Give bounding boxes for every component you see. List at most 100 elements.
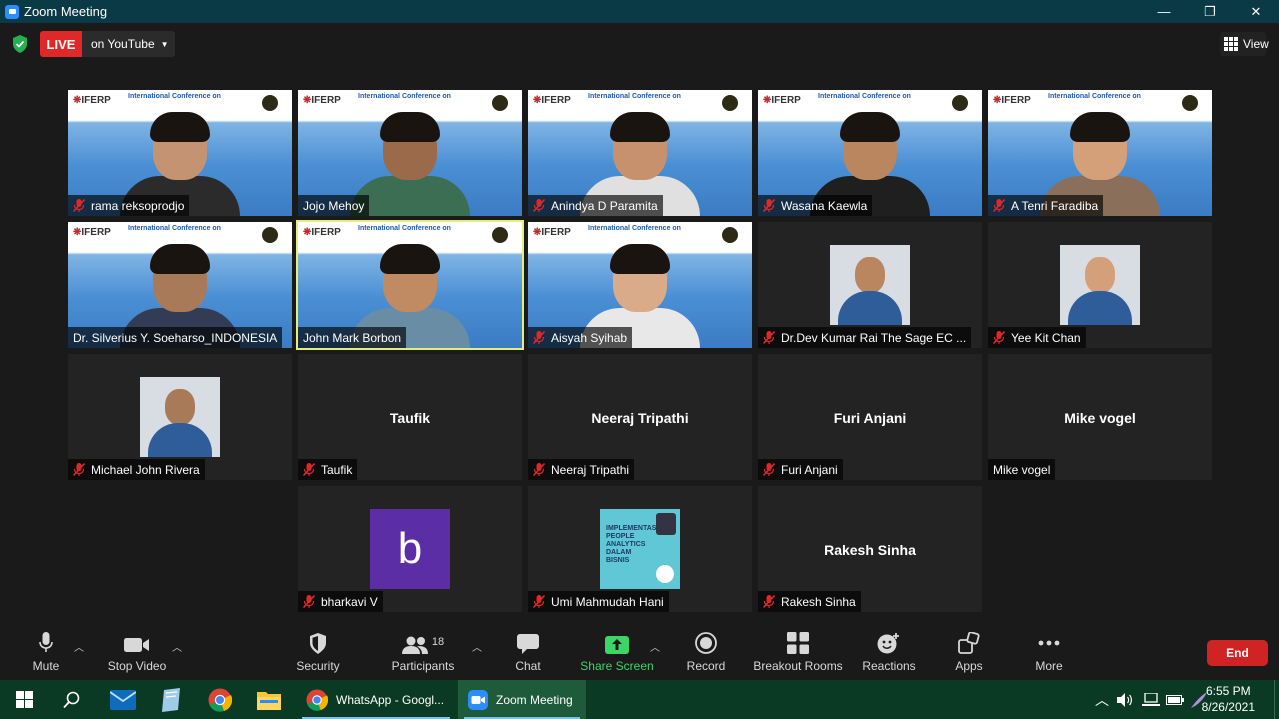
participant-tile[interactable]: Taufik Taufik	[298, 354, 522, 480]
participant-name: John Mark Borbon	[303, 330, 402, 345]
participant-name: Mike vogel	[993, 462, 1051, 477]
university-emblem-icon	[722, 227, 738, 243]
minimize-button[interactable]: —	[1141, 0, 1187, 23]
taskbar-zoom-window[interactable]: Zoom Meeting	[458, 680, 586, 719]
taskbar-file-explorer[interactable]	[245, 680, 293, 719]
search-button[interactable]	[48, 680, 96, 719]
mic-muted-icon	[993, 199, 1005, 212]
windows-start-button[interactable]	[0, 680, 48, 719]
mail-icon	[110, 689, 136, 710]
participant-display-name: Mike vogel	[1064, 410, 1136, 426]
live-badge[interactable]: LIVE	[40, 31, 82, 57]
participant-name: rama reksoprodjo	[91, 198, 185, 213]
participant-name: Yee Kit Chan	[1011, 330, 1081, 345]
chat-bubble-icon	[517, 634, 539, 654]
windows-taskbar: WhatsApp - Googl... Zoom Meeting ︿ 6:55 …	[0, 680, 1279, 719]
audio-options-chevron-icon[interactable]: ︿	[74, 639, 84, 654]
participants-button[interactable]: 18 Participants	[390, 626, 456, 680]
participant-name: bharkavi V	[321, 594, 378, 609]
zoom-icon	[468, 689, 488, 710]
chrome-icon	[306, 688, 328, 711]
participant-tile[interactable]: ❋IFERP International Conference on rama re…	[68, 90, 292, 216]
participant-tile[interactable]: ❋IFERP International Conference on Anindya…	[528, 90, 752, 216]
participant-name: Umi Mahmudah Hani	[551, 594, 664, 609]
participant-tile[interactable]: Yee Kit Chan	[988, 222, 1212, 348]
encryption-shield-icon[interactable]	[12, 35, 28, 53]
microphone-icon	[39, 632, 53, 652]
show-hidden-icons-chevron-icon[interactable]: ︿	[1092, 680, 1112, 719]
view-button[interactable]: View	[1220, 32, 1269, 56]
mic-muted-icon	[303, 595, 315, 608]
mic-muted-icon	[763, 463, 775, 476]
taskbar-mail[interactable]	[99, 680, 147, 719]
folder-icon	[257, 691, 281, 710]
network-icon[interactable]	[1140, 680, 1162, 719]
share-screen-arrow-icon	[605, 636, 629, 654]
taskbar-notes[interactable]	[147, 680, 195, 719]
mute-button[interactable]: Mute	[24, 626, 68, 680]
live-stream-dropdown[interactable]: on YouTube ▼	[82, 31, 175, 57]
iferp-logo: ❋IFERP	[303, 227, 341, 238]
participant-tile[interactable]: ❋IFERP International Conference on John Ma…	[296, 220, 524, 350]
battery-icon[interactable]	[1164, 680, 1186, 719]
maximize-button[interactable]: ❐	[1187, 0, 1233, 23]
participant-name: Michael John Rivera	[91, 462, 200, 477]
zoom-app-icon	[5, 4, 19, 19]
share-screen-button[interactable]: Share Screen	[580, 626, 654, 680]
reactions-button[interactable]: Reactions	[860, 626, 918, 680]
participant-name-label: Wasana Kaewla	[758, 195, 873, 216]
iferp-logo: ❋IFERP	[763, 95, 801, 106]
participant-tile[interactable]: Furi Anjani Furi Anjani	[758, 354, 982, 480]
chat-button[interactable]: Chat	[507, 626, 549, 680]
participant-name-label: Dr. Silverius Y. Soeharso_INDONESIA	[68, 327, 283, 348]
apps-icon	[958, 632, 980, 654]
participant-display-name: Furi Anjani	[833, 410, 907, 426]
webinar-poster-image: IMPLEMENTASI PEOPLE ANALYTICS DALAM BISN…	[600, 509, 680, 589]
participant-tile[interactable]: ❋IFERP International Conference on A Tenri…	[988, 90, 1212, 216]
university-emblem-icon	[492, 227, 508, 243]
record-icon	[695, 632, 717, 654]
participant-tile[interactable]: Mike vogel Mike vogel	[988, 354, 1212, 480]
share-options-chevron-icon[interactable]: ︿	[650, 639, 660, 654]
record-button[interactable]: Record	[684, 626, 728, 680]
system-clock[interactable]: 6:55 PM 8/26/2021	[1202, 683, 1255, 715]
participant-name: Rakesh Sinha	[781, 594, 856, 609]
taskbar-whatsapp-chrome-window[interactable]: WhatsApp - Googl...	[296, 680, 456, 719]
participant-display-name: Neeraj Tripathi	[591, 410, 689, 426]
participant-tile[interactable]: ❋IFERP International Conference on Dr. Sil…	[68, 222, 292, 348]
video-options-chevron-icon[interactable]: ︿	[172, 639, 182, 654]
participant-tile[interactable]: Neeraj Tripathi Neeraj Tripathi	[528, 354, 752, 480]
security-button[interactable]: Security	[291, 626, 345, 680]
speaker-icon[interactable]	[1114, 680, 1136, 719]
taskbar-chrome[interactable]	[196, 680, 244, 719]
taskbar-whatsapp-label: WhatsApp - Googl...	[336, 692, 445, 707]
participant-tile[interactable]: Dr.Dev Kumar Rai The Sage EC ...	[758, 222, 982, 348]
chrome-icon	[208, 688, 232, 712]
participant-tile[interactable]: ❋IFERP International Conference on Wasana …	[758, 90, 982, 216]
participant-tile[interactable]: b bharkavi V	[298, 486, 522, 612]
participant-tile[interactable]: IMPLEMENTASI PEOPLE ANALYTICS DALAM BISN…	[528, 486, 752, 612]
university-emblem-icon	[1182, 95, 1198, 111]
participant-tile[interactable]: ❋IFERP International Conference on Jojo Me…	[298, 90, 522, 216]
participant-name-label: Aisyah Syihab	[528, 327, 633, 348]
participant-tile[interactable]: ❋IFERP International Conference on Aisyah …	[528, 222, 752, 348]
show-desktop-button[interactable]	[1274, 680, 1279, 719]
meeting-area: LIVE on YouTube ▼ View ❋IFERP Internation…	[0, 23, 1279, 680]
close-button[interactable]: ✕	[1233, 0, 1279, 23]
iferp-logo: ❋IFERP	[303, 95, 341, 106]
participant-tile[interactable]: Rakesh Sinha Rakesh Sinha	[758, 486, 982, 612]
participant-name-label: Neeraj Tripathi	[528, 459, 635, 480]
breakout-rooms-button[interactable]: Breakout Rooms	[752, 626, 844, 680]
participants-options-chevron-icon[interactable]: ︿	[472, 639, 482, 654]
participant-name-label: bharkavi V	[298, 591, 383, 612]
banner-title: International Conference on	[128, 93, 221, 100]
participants-icon	[401, 636, 428, 654]
participant-tile[interactable]: Michael John Rivera	[68, 354, 292, 480]
chevron-down-icon: ▼	[160, 39, 169, 49]
end-meeting-button[interactable]: End	[1207, 640, 1268, 666]
more-button[interactable]: More	[1028, 626, 1070, 680]
apps-button[interactable]: Apps	[948, 626, 990, 680]
participant-name: Anindya D Paramita	[551, 198, 658, 213]
participant-name-label: Yee Kit Chan	[988, 327, 1086, 348]
stop-video-button[interactable]: Stop Video	[104, 626, 170, 680]
